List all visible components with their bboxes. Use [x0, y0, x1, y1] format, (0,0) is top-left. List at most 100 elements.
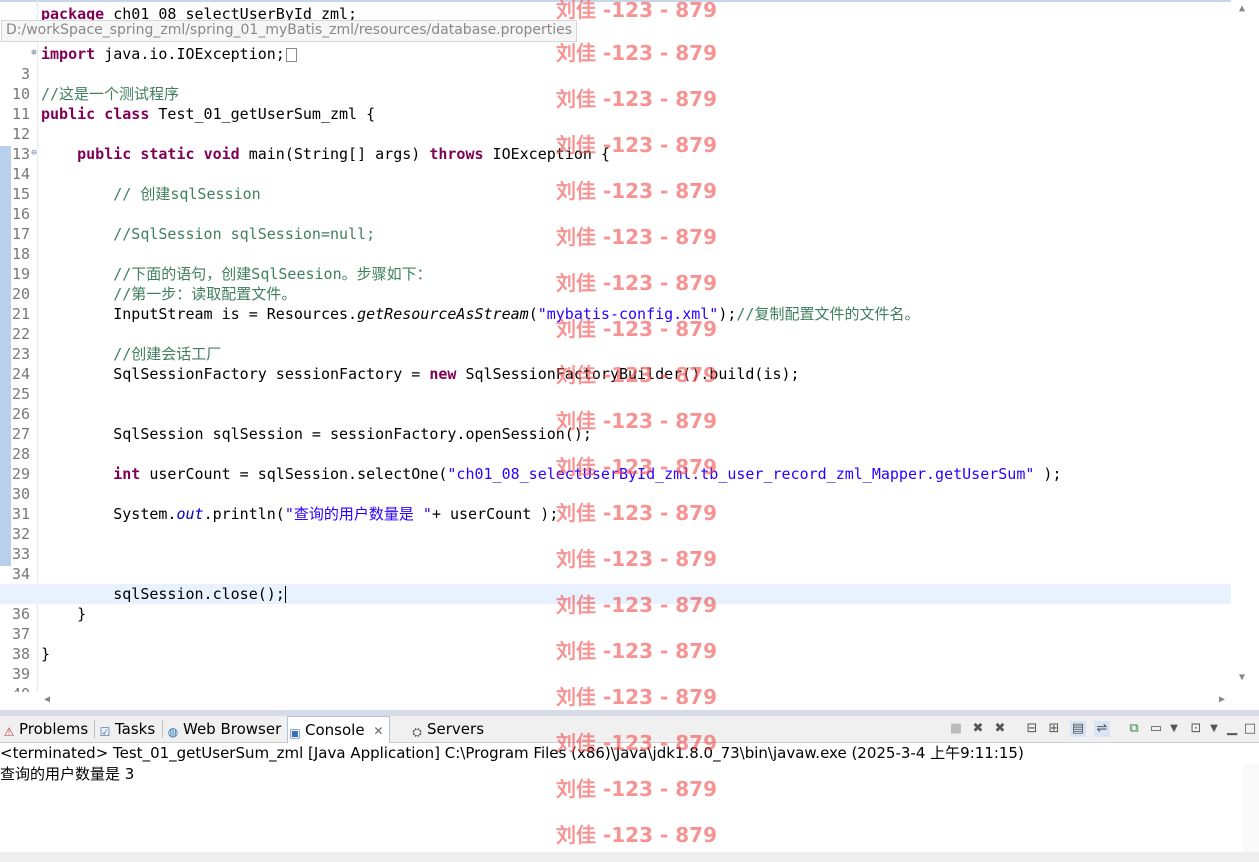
tab-separator [162, 720, 163, 738]
comment: //下面的语句，创建SqlSeesion。步骤如下： [113, 265, 432, 283]
chevron-down-icon[interactable]: ▼ [1166, 721, 1182, 737]
terminate-icon[interactable]: ■ [948, 721, 964, 737]
word-wrap-icon[interactable]: ⇌ [1094, 721, 1110, 737]
code-line[interactable]: 27 [0, 404, 1231, 443]
clear-console-icon[interactable]: ⊞ [1046, 721, 1062, 737]
remove-all-terminated-icon[interactable]: ✖ [992, 721, 1008, 737]
comment: //第一步：读取配置文件。 [113, 285, 297, 303]
code-line[interactable]: 15 [0, 164, 1231, 203]
code-line[interactable]: 29 [0, 444, 1231, 483]
expand-fold-icon[interactable]: ⊕ [30, 49, 38, 58]
code-line[interactable]: 18 //SqlSession sqlSession=null; [0, 224, 1231, 263]
tab-console[interactable]: ▣ Console ✕ [287, 716, 391, 743]
code-text: sqlSession.close(); [113, 585, 285, 603]
scroll-lock-icon[interactable]: ⊟ [1024, 721, 1040, 737]
display-console-icon[interactable]: ⧉ [1126, 721, 1142, 737]
tab-web-browser[interactable]: ◍ Web Browser [166, 716, 282, 742]
keyword: public [77, 145, 132, 163]
code-text: ); [718, 305, 737, 323]
code-line[interactable]: 32 System.out.println("查询的用户数量是 "+ userC… [0, 504, 1231, 543]
code-line[interactable]: 28 SqlSession sqlSession = sessionFactor… [0, 424, 1231, 463]
remove-launch-icon[interactable]: ✖ [970, 721, 986, 737]
tab-label: Servers [427, 720, 485, 738]
keyword: class [104, 105, 150, 123]
code-line[interactable]: 37 } [0, 604, 1231, 643]
string-literal: "查询的用户数量是 " [284, 505, 432, 523]
maximize-icon[interactable]: □ [1242, 721, 1258, 737]
code-line[interactable]: 17 [0, 204, 1231, 243]
code-line[interactable]: 35 [0, 564, 1231, 603]
code-line[interactable]: 3 ⊕ import java.io.IOException; [0, 44, 1231, 83]
code-line[interactable]: 13 [0, 124, 1231, 163]
comment: //SqlSession sqlSession=null; [113, 225, 376, 243]
code-line[interactable]: 10 [0, 64, 1231, 103]
code-line[interactable]: 38 [0, 624, 1231, 663]
code-text: .println( [203, 505, 285, 523]
close-icon[interactable]: ✕ [373, 724, 383, 738]
code-editor[interactable]: 1 package ch01_08_selectUserById_zml; 3 … [0, 0, 1259, 692]
code-text: } [41, 645, 51, 663]
editor-top-border [0, 0, 1259, 2]
comment: // 创建sqlSession [113, 185, 261, 203]
comment: //创建会话工厂 [113, 345, 222, 363]
editor-horizontal-scrollbar[interactable]: ◀ ▶ [38, 692, 1231, 709]
code-text: SqlSession sqlSession = sessionFactory.o… [113, 425, 592, 443]
code-line[interactable]: 33 [0, 524, 1231, 563]
code-line[interactable]: 14 ⊖ public static void main(String[] ar… [0, 144, 1231, 183]
field-name: out [176, 505, 204, 523]
code-line[interactable]: 40 [0, 664, 1231, 692]
comment: //这是一个测试程序 [41, 85, 180, 103]
console-output[interactable]: 查询的用户数量是 3 [0, 764, 1240, 850]
tab-servers[interactable]: ⛭ Servers [410, 716, 484, 742]
code-line[interactable]: 19 [0, 244, 1231, 283]
code-line[interactable]: 30 int userCount = sqlSession.selectOne(… [0, 464, 1231, 503]
editor-vertical-scrollbar[interactable]: ▲ ▼ [1231, 0, 1259, 692]
file-path-tooltip: D:/workSpace_spring_zml/spring_01_myBati… [1, 20, 578, 42]
console-icon: ▣ [289, 726, 301, 740]
tasks-icon: ☑ [99, 725, 111, 739]
code-text: ( [528, 305, 538, 323]
code-line[interactable]: 22 InputStream is = Resources.getResourc… [0, 304, 1231, 343]
tab-tasks[interactable]: ☑ Tasks [98, 716, 156, 742]
scroll-left-icon[interactable]: ◀ [44, 694, 50, 705]
code-text: java.io.IOException; [95, 45, 285, 63]
code-line[interactable]: 25 SqlSessionFactory sessionFactory = ne… [0, 364, 1231, 403]
code-line[interactable]: 26 [0, 384, 1231, 423]
console-status-line: <terminated> Test_01_getUserSum_zml [Jav… [0, 744, 1024, 762]
code-line[interactable]: 39 } [0, 644, 1231, 683]
keyword: import [41, 45, 96, 63]
scroll-right-icon[interactable]: ▶ [1219, 694, 1225, 705]
keyword: void [203, 145, 240, 163]
current-code-line[interactable]: 36 sqlSession.close(); [0, 584, 1231, 623]
new-console-icon[interactable]: ⊡ [1188, 721, 1204, 737]
console-vertical-scrollbar[interactable] [1243, 764, 1259, 852]
scroll-up-icon[interactable]: ▲ [1239, 3, 1245, 14]
code-line[interactable]: 16 // 创建sqlSession [0, 184, 1231, 223]
collapsed-block-icon[interactable] [285, 47, 297, 62]
keyword: new [429, 365, 457, 383]
code-line[interactable]: 23 [0, 324, 1231, 363]
tab-label: Web Browser [183, 720, 282, 738]
code-line[interactable]: 11 //这是一个测试程序 [0, 84, 1231, 123]
code-line[interactable]: 21 //第一步：读取配置文件。 [0, 284, 1231, 323]
code-line[interactable]: 24 //创建会话工厂 [0, 344, 1231, 383]
console-horizontal-scrollbar[interactable] [0, 852, 1259, 862]
tab-label: Console [305, 721, 365, 739]
servers-icon: ⛭ [412, 725, 422, 739]
tab-problems[interactable]: ⚠ Problems [2, 716, 89, 742]
open-console-icon[interactable]: ▭ [1148, 721, 1164, 737]
code-line[interactable]: 34 [0, 544, 1231, 583]
code-line[interactable]: 31 [0, 484, 1231, 523]
minimize-icon[interactable]: ▁ [1224, 721, 1240, 737]
tab-label: Problems [19, 720, 89, 738]
code-line[interactable]: 20 //下面的语句，创建SqlSeesion。步骤如下： [0, 264, 1231, 303]
scroll-down-icon[interactable]: ▼ [1239, 672, 1245, 683]
tab-label: Tasks [115, 720, 156, 738]
collapse-fold-icon[interactable]: ⊖ [30, 149, 38, 158]
chevron-down-icon[interactable]: ▼ [1206, 721, 1222, 737]
string-literal: "mybatis-config.xml" [537, 305, 719, 323]
method-name: getResourceAsStream [357, 305, 529, 323]
keyword: static [140, 145, 195, 163]
code-line[interactable]: 12 public class Test_01_getUserSum_zml { [0, 104, 1231, 143]
pin-console-icon[interactable]: ▤ [1070, 721, 1086, 737]
